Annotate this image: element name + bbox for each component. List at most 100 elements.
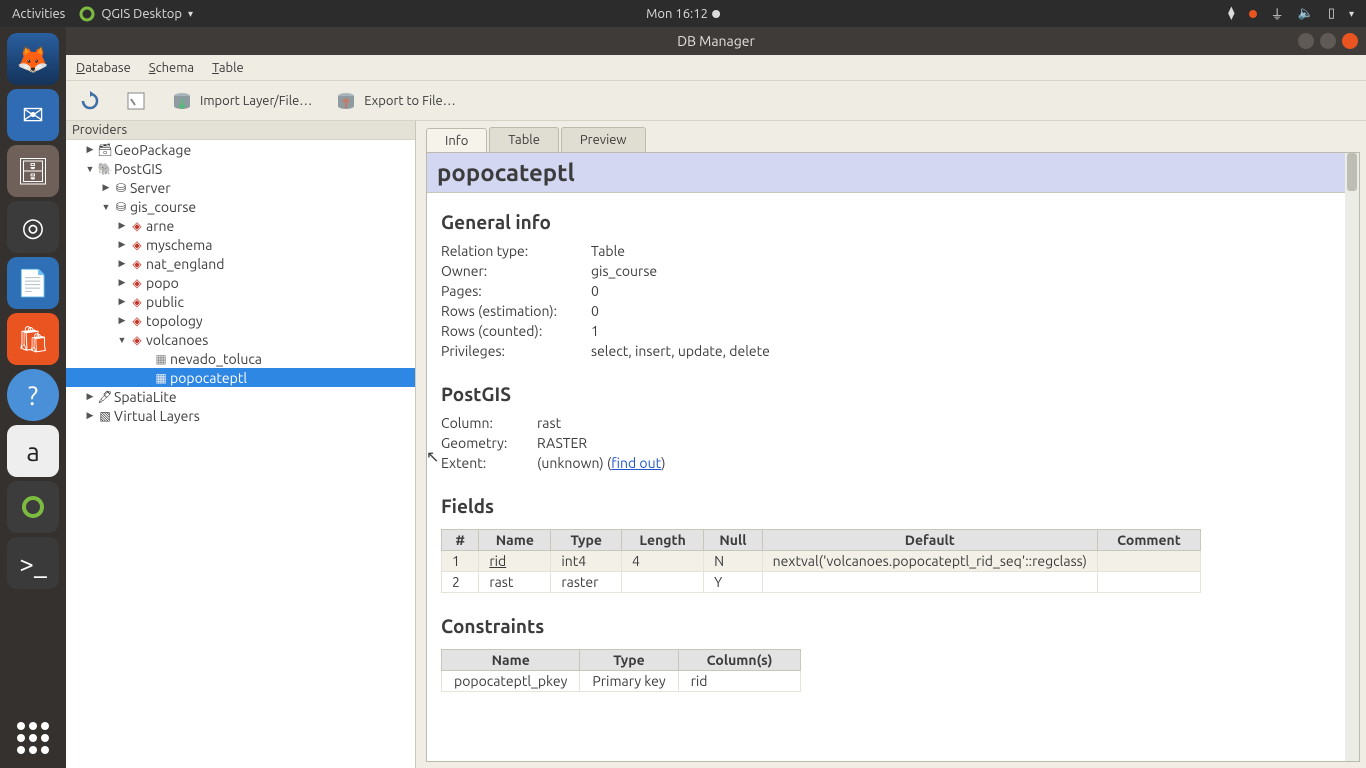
menu-database[interactable]: Database — [76, 61, 131, 75]
label-relation-type: Relation type: — [441, 241, 591, 261]
qgis-icon — [79, 6, 95, 22]
toolbar: Import Layer/File… Export to File… — [66, 81, 1366, 121]
export-file-button[interactable]: Export to File… — [330, 87, 459, 115]
schema-icon: ◈ — [128, 238, 146, 252]
tree-item-postgis[interactable]: ▼🐘PostGIS — [66, 159, 415, 178]
col-comment: Comment — [1097, 530, 1200, 551]
value-pages: 0 — [591, 281, 599, 301]
tree-item-spatialite[interactable]: ▶🖋SpatiaLite — [66, 387, 415, 406]
volume-icon[interactable]: 🔈 — [1298, 6, 1314, 21]
raster-icon: ▦ — [152, 352, 170, 366]
label-geometry: Geometry: — [441, 433, 537, 453]
dock-help[interactable]: ? — [7, 369, 59, 421]
window-minimize-button[interactable] — [1298, 33, 1314, 49]
ccol-type: Type — [580, 650, 678, 671]
constraints-table: Name Type Column(s) popocateptl_pkey Pri… — [441, 649, 801, 692]
info-content: popocateptl General info Relation type:T… — [426, 152, 1360, 762]
dock-qgis[interactable] — [7, 481, 59, 533]
tree-item-arne[interactable]: ▶◈arne — [66, 216, 415, 235]
database-export-icon — [334, 89, 358, 113]
spatialite-icon: 🖋 — [96, 390, 114, 404]
db-manager-window: DB Manager Database Schema Table Import … — [66, 27, 1366, 768]
dock-terminal[interactable]: >_ — [7, 537, 59, 589]
topbar-clock[interactable]: Mon 16:12 — [646, 7, 720, 21]
menu-table[interactable]: Table — [212, 61, 244, 75]
tree-item-volcanoes[interactable]: ▼◈volcanoes — [66, 330, 415, 349]
heading-postgis: PostGIS — [441, 375, 1345, 413]
dock-rhythmbox[interactable]: ◎ — [7, 201, 59, 253]
dropbox-icon[interactable]: ⧫ — [1228, 6, 1234, 21]
virtual-layers-icon: ▧ — [96, 409, 114, 423]
activities-button[interactable]: Activities — [12, 7, 65, 21]
tree-item-topology[interactable]: ▶◈topology — [66, 311, 415, 330]
desktop-topbar: Activities QGIS Desktop ▾ Mon 16:12 ⧫ ⏚ … — [0, 0, 1366, 27]
schema-icon: ◈ — [128, 276, 146, 290]
dock-thunderbird[interactable]: ✉ — [7, 89, 59, 141]
window-titlebar: DB Manager — [66, 27, 1366, 55]
schema-icon: ◈ — [128, 257, 146, 271]
menu-schema[interactable]: Schema — [149, 61, 194, 75]
tree-item-myschema[interactable]: ▶◈myschema — [66, 235, 415, 254]
heading-general-info: General info — [441, 203, 1345, 241]
table-row: popocateptl_pkey Primary key rid — [442, 671, 801, 692]
dock-firefox[interactable]: 🦊 — [7, 33, 59, 85]
status-dot-icon — [1249, 10, 1257, 18]
sql-window-button[interactable] — [120, 87, 152, 115]
topbar-system-tray[interactable]: ⧫ ⏚ 🔈 ▯ ▾ — [1228, 4, 1354, 23]
value-extent: (unknown) (find out) — [537, 453, 666, 473]
heading-fields: Fields — [441, 487, 1345, 525]
tree-item-gis-course[interactable]: ▼⛁gis_course — [66, 197, 415, 216]
ccol-columns: Column(s) — [678, 650, 801, 671]
tab-table[interactable]: Table — [489, 127, 559, 152]
providers-tree[interactable]: ▶🗃GeoPackage ▼🐘PostGIS ▶⛁Server ▼⛁gis_co… — [66, 140, 415, 768]
refresh-button[interactable] — [74, 87, 106, 115]
desktop-dock: 🦊 ✉ 🗄 ◎ 📄 🛍 ? a >_ — [0, 27, 66, 768]
window-maximize-button[interactable] — [1320, 33, 1336, 49]
label-rows-counted: Rows (counted): — [441, 321, 591, 341]
col-num: # — [442, 530, 479, 551]
tree-item-server[interactable]: ▶⛁Server — [66, 178, 415, 197]
label-column: Column: — [441, 413, 537, 433]
tree-item-nat-england[interactable]: ▶◈nat_england — [66, 254, 415, 273]
database-icon: ⛁ — [112, 200, 130, 214]
value-rows-counted: 1 — [591, 321, 599, 341]
tree-item-popo[interactable]: ▶◈popo — [66, 273, 415, 292]
tree-item-virtual-layers[interactable]: ▶▧Virtual Layers — [66, 406, 415, 425]
detail-pane: Info Table Preview popocateptl General i… — [416, 121, 1366, 768]
wifi-icon[interactable]: ⏚ — [1271, 4, 1284, 23]
dock-writer[interactable]: 📄 — [7, 257, 59, 309]
topbar-app-indicator[interactable]: QGIS Desktop ▾ — [79, 6, 193, 22]
tab-info[interactable]: Info — [426, 128, 487, 153]
dock-files[interactable]: 🗄 — [7, 145, 59, 197]
label-rows-est: Rows (estimation): — [441, 301, 591, 321]
label-extent: Extent: — [441, 453, 537, 473]
window-close-button[interactable] — [1342, 33, 1358, 49]
tree-item-popocateptl[interactable]: ▦popocateptl — [66, 368, 415, 387]
notification-dot-icon — [712, 10, 720, 18]
raster-icon: ▦ — [152, 371, 170, 385]
menu-bar: Database Schema Table — [66, 55, 1366, 81]
ccol-name: Name — [442, 650, 580, 671]
tree-item-public[interactable]: ▶◈public — [66, 292, 415, 311]
label-pages: Pages: — [441, 281, 591, 301]
col-null: Null — [704, 530, 763, 551]
col-name: Name — [479, 530, 551, 551]
value-privileges: select, insert, update, delete — [591, 341, 770, 361]
scrollbar-vertical[interactable] — [1345, 153, 1359, 761]
tree-item-geopackage[interactable]: ▶🗃GeoPackage — [66, 140, 415, 159]
col-type: Type — [551, 530, 622, 551]
import-label: Import Layer/File… — [200, 94, 312, 108]
dock-amazon[interactable]: a — [7, 425, 59, 477]
label-owner: Owner: — [441, 261, 591, 281]
tab-preview[interactable]: Preview — [561, 127, 646, 152]
schema-icon: ◈ — [128, 314, 146, 328]
find-out-link[interactable]: find out — [611, 455, 661, 471]
geopackage-icon: 🗃 — [96, 143, 114, 157]
battery-icon[interactable]: ▯ — [1328, 6, 1335, 21]
import-layer-button[interactable]: Import Layer/File… — [166, 87, 316, 115]
dock-software[interactable]: 🛍 — [7, 313, 59, 365]
schema-icon: ◈ — [128, 295, 146, 309]
dock-show-apps[interactable] — [13, 718, 53, 758]
tree-item-nevado-toluca[interactable]: ▦nevado_toluca — [66, 349, 415, 368]
detail-tabs: Info Table Preview — [426, 127, 1360, 152]
